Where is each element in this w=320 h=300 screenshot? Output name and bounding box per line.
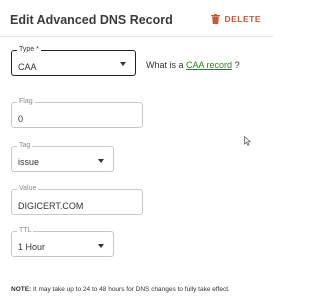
ttl-label: TTL [17, 226, 34, 236]
ttl-select[interactable]: TTL 1 Hour [11, 226, 114, 257]
flag-value: 0 [18, 114, 24, 124]
value-input[interactable]: Value DIGICERT.COM [11, 184, 143, 215]
header-divider [0, 36, 273, 37]
ttl-value: 1 Hour [18, 242, 46, 252]
page-title: Edit Advanced DNS Record [10, 13, 173, 27]
help-suffix: ? [234, 60, 240, 70]
trash-icon [211, 14, 221, 24]
caa-record-link[interactable]: CAA record [186, 60, 232, 70]
flag-label: Flag [17, 97, 35, 107]
value-label: Value [17, 184, 39, 194]
delete-button[interactable]: DELETE [211, 14, 261, 24]
type-label: Type * [17, 45, 41, 55]
tag-value: issue [18, 157, 40, 167]
note-body: It may take up to 24 to 48 hours for DNS… [33, 286, 230, 293]
note-text: NOTE: It may take up to 24 to 48 hours f… [11, 286, 230, 293]
edit-dns-record-panel: Edit Advanced DNS Record DELETE Type * C… [0, 0, 273, 300]
chevron-down-icon [98, 244, 104, 248]
chevron-down-icon [120, 62, 126, 66]
tag-select[interactable]: Tag issue [11, 141, 114, 172]
flag-input[interactable]: Flag 0 [11, 97, 143, 128]
tag-label: Tag [17, 141, 33, 151]
note-label: NOTE: [11, 286, 32, 293]
help-prefix: What is a [146, 60, 184, 70]
value-value: DIGICERT.COM [18, 201, 84, 211]
caa-help-text: What is a CAA record ? [146, 60, 240, 70]
mouse-pointer-icon [244, 136, 252, 146]
chevron-down-icon [98, 159, 104, 163]
type-select[interactable]: Type * CAA [11, 45, 136, 76]
type-value: CAA [18, 62, 37, 72]
delete-label: DELETE [224, 14, 261, 24]
